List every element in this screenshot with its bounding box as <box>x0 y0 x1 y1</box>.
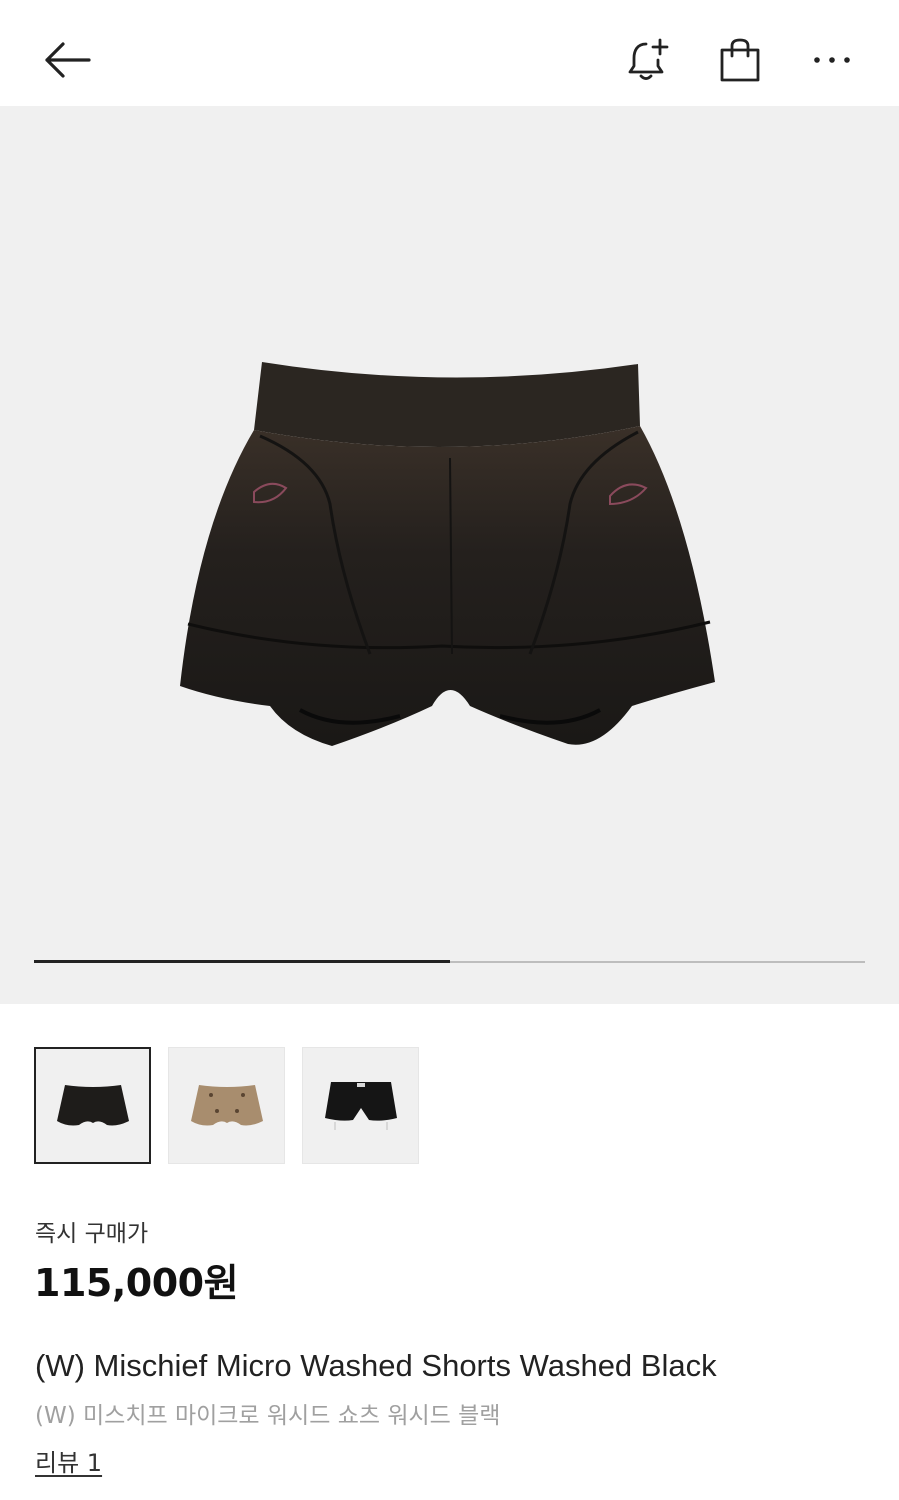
thumbnail-image <box>190 1084 263 1125</box>
more-button[interactable] <box>804 32 860 88</box>
carousel-progress-fill <box>34 960 450 963</box>
product-image-carousel[interactable] <box>0 106 899 1004</box>
thumbnail-black-shorts[interactable] <box>34 1047 151 1164</box>
product-title-ko: (W) 미스치프 마이크로 워시드 쇼츠 워시드 블랙 <box>35 1403 501 1429</box>
top-bar <box>0 0 899 106</box>
product-title-en: (W) Mischief Micro Washed Shorts Washed … <box>35 1348 717 1383</box>
price-value: 115,000원 <box>34 1261 239 1305</box>
more-horizontal-icon <box>814 57 850 63</box>
thumbnail-image <box>324 1081 397 1130</box>
thumbnail-image <box>56 1084 129 1125</box>
thumbnail-black-shorts-hardware[interactable] <box>302 1047 419 1164</box>
bell-plus-icon <box>628 38 669 80</box>
thumbnail-list <box>34 1047 419 1164</box>
back-button[interactable] <box>38 32 94 88</box>
arrow-left-icon <box>45 42 91 78</box>
reviews-link[interactable]: 리뷰 1 <box>35 1443 102 1478</box>
shopping-bag-icon <box>720 38 760 82</box>
alarm-button[interactable] <box>620 32 676 88</box>
price-label: 즉시 구매가 <box>35 1221 149 1247</box>
product-image <box>180 362 715 746</box>
thumbnail-beige-shorts[interactable] <box>168 1047 285 1164</box>
carousel-progress <box>34 960 865 963</box>
shopping-bag-button[interactable] <box>712 32 768 88</box>
